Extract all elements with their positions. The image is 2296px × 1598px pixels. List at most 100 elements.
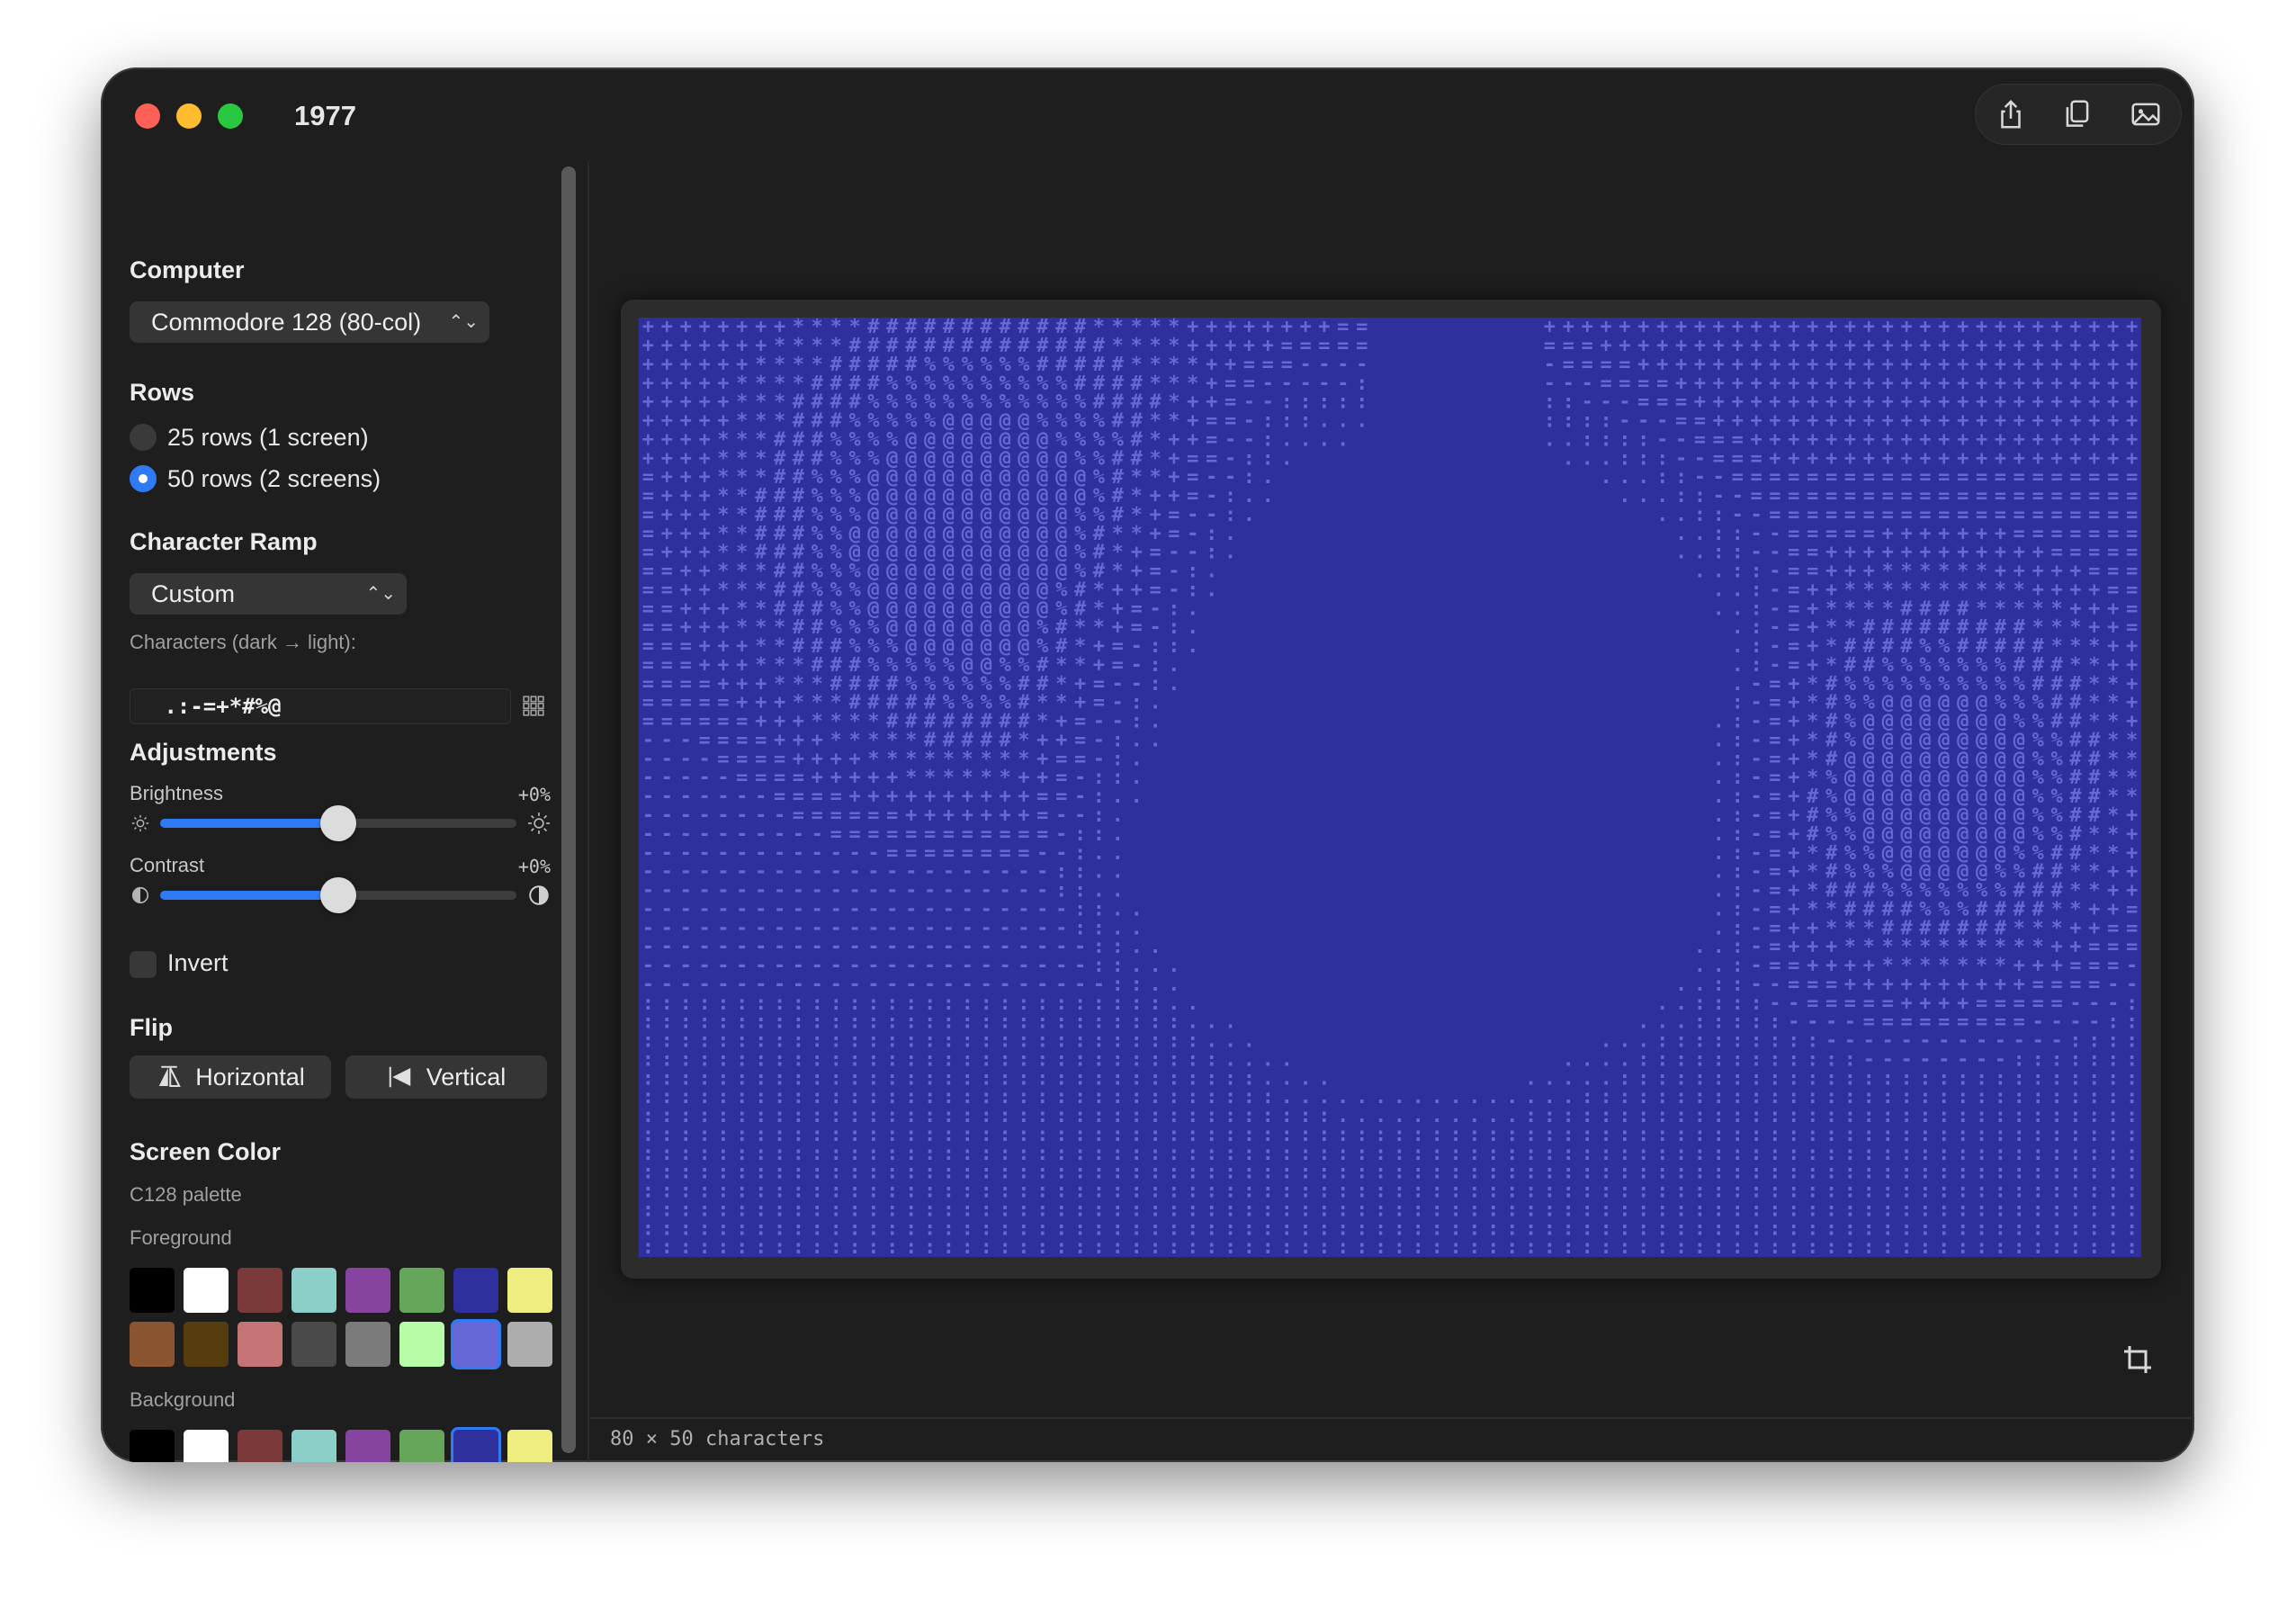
background-swatch[interactable]	[291, 1430, 336, 1462]
rows-25-label[interactable]: 25 rows (1 screen)	[167, 424, 369, 452]
contrast-high-icon	[529, 885, 549, 905]
ascii-glyph: :	[1544, 1236, 1556, 1257]
flip-horizontal-button[interactable]: Horizontal	[130, 1055, 331, 1099]
ascii-glyph: :	[2013, 1236, 2025, 1257]
ascii-glyph: :	[661, 1236, 673, 1257]
background-swatch[interactable]	[399, 1430, 444, 1462]
ramp-chars-label: Characters (dark → light):	[130, 631, 356, 653]
crop-icon[interactable]	[2121, 1343, 2154, 1376]
computer-popup[interactable]: Commodore 128 (80-col) ⌃⌄	[130, 301, 489, 343]
background-swatch[interactable]	[238, 1430, 283, 1462]
ascii-art-image: + + + + + + + + * * * * # # # # # # # # # # # # * * * * * + + + + + + + + = = +…	[642, 318, 2138, 1257]
ascii-glyph: :	[943, 1236, 955, 1257]
ascii-glyph: .	[1694, 561, 1706, 583]
ramp-chars-field[interactable]: .:-=+*#%@	[130, 688, 511, 724]
ascii-glyph: .	[1637, 485, 1649, 507]
popup-chevron-icon: ⌃⌄	[365, 584, 396, 604]
ascii-glyph: .	[1206, 579, 1217, 601]
share-button[interactable]	[1989, 93, 2032, 136]
background-swatch[interactable]	[453, 1430, 498, 1462]
sidebar-divider[interactable]	[587, 161, 589, 1462]
ascii-glyph: :	[1394, 1236, 1405, 1257]
character-grid-icon[interactable]	[522, 694, 545, 717]
background-swatch[interactable]	[130, 1430, 175, 1462]
ascii-glyph: :	[755, 1236, 767, 1257]
ascii-glyph: :	[905, 1236, 917, 1257]
ascii-glyph: :	[1637, 1236, 1649, 1257]
foreground-swatch[interactable]	[399, 1268, 444, 1313]
copy-button[interactable]	[2056, 93, 2099, 136]
ascii-glyph: .	[1619, 485, 1630, 507]
invert-label[interactable]: Invert	[167, 949, 229, 977]
ascii-glyph: .	[1281, 447, 1293, 470]
contrast-value: +0%	[517, 856, 551, 877]
ascii-glyph: .	[1262, 485, 1274, 507]
ascii-glyph: :	[1694, 1236, 1706, 1257]
brightness-slider-knob[interactable]	[320, 805, 356, 841]
ascii-glyph: :	[736, 1236, 748, 1257]
contrast-slider-knob[interactable]	[320, 877, 356, 913]
rows-50-radio[interactable]	[130, 465, 157, 492]
foreground-swatch[interactable]	[507, 1268, 552, 1313]
ascii-glyph: :	[1375, 1236, 1386, 1257]
flip-vertical-button[interactable]: Vertical	[345, 1055, 547, 1099]
ascii-glyph: :	[1825, 1236, 1837, 1257]
ascii-glyph: :	[1563, 1236, 1574, 1257]
background-swatch[interactable]	[507, 1430, 552, 1462]
flip-vertical-icon	[389, 1066, 410, 1088]
ascii-glyph: .	[1224, 542, 1236, 564]
background-swatch[interactable]	[184, 1430, 229, 1462]
save-image-button[interactable]	[2124, 93, 2167, 136]
sidebar-scrollbar[interactable]	[561, 166, 576, 1453]
ascii-glyph: :	[1863, 1236, 1875, 1257]
foreground-swatch[interactable]	[453, 1268, 498, 1313]
palette-name: C128 palette	[130, 1183, 242, 1206]
background-swatch[interactable]	[345, 1430, 390, 1462]
foreground-swatch[interactable]	[238, 1322, 283, 1367]
foreground-label: Foreground	[130, 1226, 232, 1249]
image-icon	[2131, 103, 2160, 126]
status-text: 80 × 50 characters	[610, 1428, 825, 1450]
foreground-swatch[interactable]	[345, 1268, 390, 1313]
foreground-swatch[interactable]	[238, 1268, 283, 1313]
close-button[interactable]	[135, 103, 160, 129]
rows-25-radio[interactable]	[130, 424, 157, 451]
foreground-swatch[interactable]	[291, 1268, 336, 1313]
foreground-swatch[interactable]	[453, 1322, 498, 1367]
foreground-swatch[interactable]	[130, 1322, 175, 1367]
flip-vertical-label: Vertical	[426, 1063, 507, 1091]
brightness-slider-fill	[160, 819, 338, 828]
ramp-popup[interactable]: Custom ⌃⌄	[130, 573, 407, 615]
foreground-swatch[interactable]	[291, 1322, 336, 1367]
contrast-slider[interactable]	[160, 877, 516, 913]
ascii-glyph: .	[1563, 447, 1574, 470]
ascii-glyph: :	[1206, 1236, 1217, 1257]
contrast-slider-fill	[160, 891, 338, 900]
foreground-swatch[interactable]	[399, 1322, 444, 1367]
ascii-glyph: :	[962, 1236, 973, 1257]
ascii-glyph: .	[1356, 410, 1368, 433]
ascii-glyph: :	[1187, 1236, 1198, 1257]
ascii-glyph: :	[1844, 1236, 1856, 1257]
ascii-glyph: :	[1149, 1236, 1161, 1257]
zoom-button[interactable]	[218, 103, 243, 129]
brightness-slider[interactable]	[160, 805, 516, 841]
foreground-swatch[interactable]	[184, 1322, 229, 1367]
ascii-glyph: :	[680, 1236, 692, 1257]
rows-50-label[interactable]: 50 rows (2 screens)	[167, 465, 381, 493]
ascii-glyph: :	[1413, 1236, 1424, 1257]
foreground-swatch[interactable]	[507, 1322, 552, 1367]
ascii-glyph: .	[1582, 447, 1593, 470]
invert-checkbox[interactable]	[130, 951, 157, 978]
ascii-glyph: :	[1281, 1236, 1293, 1257]
ascii-glyph: :	[1656, 1236, 1668, 1257]
ascii-glyph: :	[1976, 1236, 1987, 1257]
minimize-button[interactable]	[176, 103, 202, 129]
ascii-glyph: :	[1732, 1236, 1744, 1257]
ascii-glyph: :	[793, 1236, 804, 1257]
foreground-swatch[interactable]	[184, 1268, 229, 1313]
ascii-glyph: :	[1018, 1236, 1029, 1257]
foreground-swatch[interactable]	[130, 1268, 175, 1313]
ascii-glyph: .	[1675, 542, 1687, 564]
foreground-swatch[interactable]	[345, 1322, 390, 1367]
